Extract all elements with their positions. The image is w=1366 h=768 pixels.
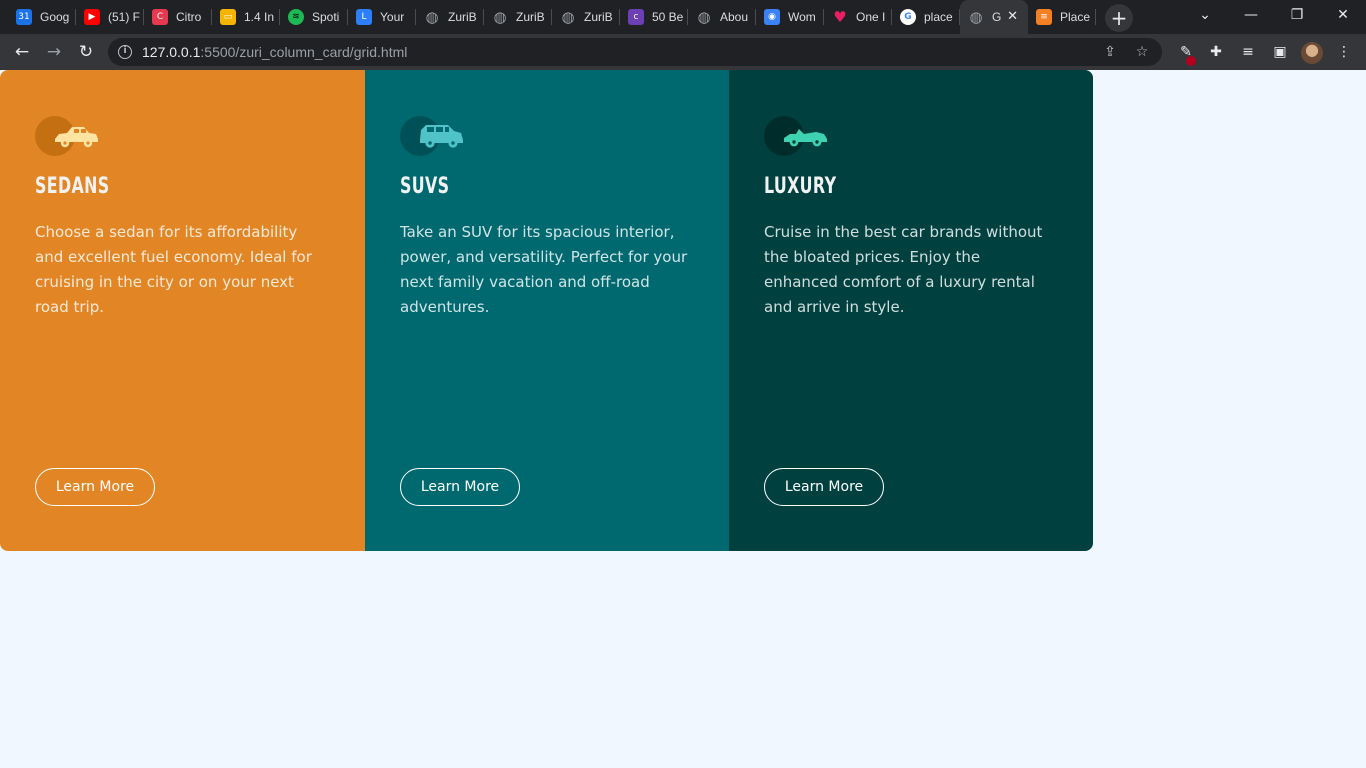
browser-tab[interactable]: ◉ Wom (756, 0, 824, 34)
close-tab-icon[interactable]: ✕ (1007, 9, 1018, 25)
browser-tab[interactable]: ◍ ZuriB (484, 0, 552, 34)
browser-tab[interactable]: ≡ Place (1028, 0, 1096, 34)
profile-avatar[interactable] (1301, 42, 1323, 64)
extension-badge (1186, 56, 1196, 66)
url-path: :5500/zuri_column_card/grid.html (200, 44, 408, 60)
slides-icon: ▭ (220, 9, 236, 25)
globe-icon: ◍ (493, 8, 507, 26)
tab-title: Wom (788, 10, 816, 24)
tab-title: Goog (40, 10, 70, 24)
address-bar[interactable]: i 127.0.0.1:5500/zuri_column_card/grid.h… (108, 38, 1162, 66)
owl-icon: ◉ (764, 9, 780, 25)
heart-icon: ♥ (833, 8, 847, 26)
tab-title: Your (380, 10, 405, 24)
youtube-icon: ▶ (84, 9, 100, 25)
tab-title: place (924, 10, 953, 24)
browser-tab[interactable]: ◍ ZuriB (416, 0, 484, 34)
tab-title: Abou (720, 10, 749, 24)
learn-more-luxury-button[interactable]: Learn More (764, 468, 884, 506)
calendar-icon: 31 (16, 9, 32, 25)
tab-title: ZuriB (448, 10, 477, 24)
card-title: SEDANS (35, 174, 110, 199)
tab-title: One I (856, 10, 886, 24)
menu-kebab-icon[interactable]: ⋮ (1334, 42, 1354, 62)
colorlib-icon: c (628, 9, 644, 25)
card-grid: SEDANS Choose a sedan for its affordabil… (0, 70, 1093, 551)
globe-icon: ◍ (969, 8, 983, 26)
globe-icon: ◍ (697, 8, 711, 26)
side-panel-icon[interactable]: ▣ (1270, 42, 1290, 62)
reload-icon[interactable]: ↻ (72, 38, 100, 66)
close-window-icon[interactable]: ✕ (1320, 0, 1366, 30)
tab-title: Citro (176, 10, 202, 24)
spotify-icon: ≋ (288, 9, 304, 25)
browser-tab[interactable]: ♥ One I (824, 0, 892, 34)
tab-separator (1095, 9, 1096, 25)
browser-tab[interactable]: ≋ Spoti (280, 0, 348, 34)
logo-icon: L (356, 9, 372, 25)
browser-tab[interactable]: 31 Goog (8, 0, 76, 34)
browser-toolbar: ← → ↻ i 127.0.0.1:5500/zuri_column_card/… (0, 34, 1366, 70)
share-icon[interactable]: ⇪ (1100, 42, 1120, 62)
tab-title: Spoti (312, 10, 340, 24)
minimize-icon[interactable]: — (1228, 0, 1274, 30)
back-arrow-icon[interactable]: ← (8, 38, 36, 66)
browser-tab[interactable]: ▶ (51) F (76, 0, 144, 34)
citro-icon: C (152, 9, 168, 25)
tab-title: G (992, 10, 1002, 24)
browser-tab[interactable]: Gplace (892, 0, 960, 34)
browser-tab[interactable]: ◍ Abou (688, 0, 756, 34)
card-description: Cruise in the best car brands without th… (764, 223, 1043, 316)
browser-tab[interactable]: c 50 Be (620, 0, 688, 34)
sedan-icon (35, 115, 103, 157)
card-description: Take an SUV for its spacious interior, p… (400, 223, 688, 316)
tab-title: Place (1060, 10, 1091, 24)
tab-title: ZuriB (584, 10, 613, 24)
new-tab-button[interactable]: + (1105, 4, 1133, 32)
forward-arrow-icon[interactable]: → (40, 38, 68, 66)
suv-car-icon (420, 125, 463, 148)
card-description: Choose a sedan for its affordability and… (35, 223, 312, 316)
browser-tab[interactable]: ▭ 1.4 In (212, 0, 280, 34)
card-suvs: SUVS Take an SUV for its spacious interi… (365, 70, 729, 551)
tab-strip: 31 Goog ▶ (51) F C Citro ▭ 1.4 In ≋ Spoti L Your ◍ Zu… (0, 0, 1366, 34)
url-host: 127.0.0.1 (142, 44, 201, 60)
learn-more-suvs-button[interactable]: Learn More (400, 468, 520, 506)
card-title: LUXURY (764, 174, 837, 199)
browser-tab[interactable]: L Your (348, 0, 416, 34)
luxury-car-icon (764, 115, 832, 157)
learn-more-sedans-button[interactable]: Learn More (35, 468, 155, 506)
url-text[interactable]: 127.0.0.1:5500/zuri_column_card/grid.htm… (142, 44, 407, 60)
card-sedans: SEDANS Choose a sedan for its affordabil… (0, 70, 365, 551)
card-title: SUVS (400, 174, 450, 199)
suv-icon (400, 115, 468, 157)
page-viewport: SEDANS Choose a sedan for its affordabil… (0, 70, 1366, 768)
media-queue-icon[interactable]: ≡ (1238, 42, 1258, 62)
tab-title: 1.4 In (244, 10, 275, 24)
globe-icon: ◍ (561, 8, 575, 26)
restore-icon[interactable]: ❐ (1274, 0, 1320, 30)
google-icon: G (900, 9, 916, 25)
tab-title: ZuriB (516, 10, 545, 24)
sedan-car-icon (55, 127, 98, 148)
browser-tab[interactable]: ◍ ZuriB (552, 0, 620, 34)
browser-tab[interactable]: ◍ G ✕ (960, 0, 1028, 34)
tab-search-chevron-icon[interactable]: ⌄ (1182, 0, 1228, 30)
site-info-icon[interactable]: i (118, 45, 132, 59)
convertible-car-icon (784, 129, 827, 147)
stackoverflow-icon: ≡ (1036, 9, 1052, 25)
browser-tab[interactable]: C Citro (144, 0, 212, 34)
bookmark-star-icon[interactable]: ☆ (1132, 42, 1152, 62)
tab-title: (51) F (108, 10, 141, 24)
globe-icon: ◍ (425, 8, 439, 26)
extensions-puzzle-icon[interactable]: ✚ (1206, 42, 1226, 62)
card-luxury: LUXURY Cruise in the best car brands wit… (729, 70, 1093, 551)
tab-title: 50 Be (652, 10, 684, 24)
